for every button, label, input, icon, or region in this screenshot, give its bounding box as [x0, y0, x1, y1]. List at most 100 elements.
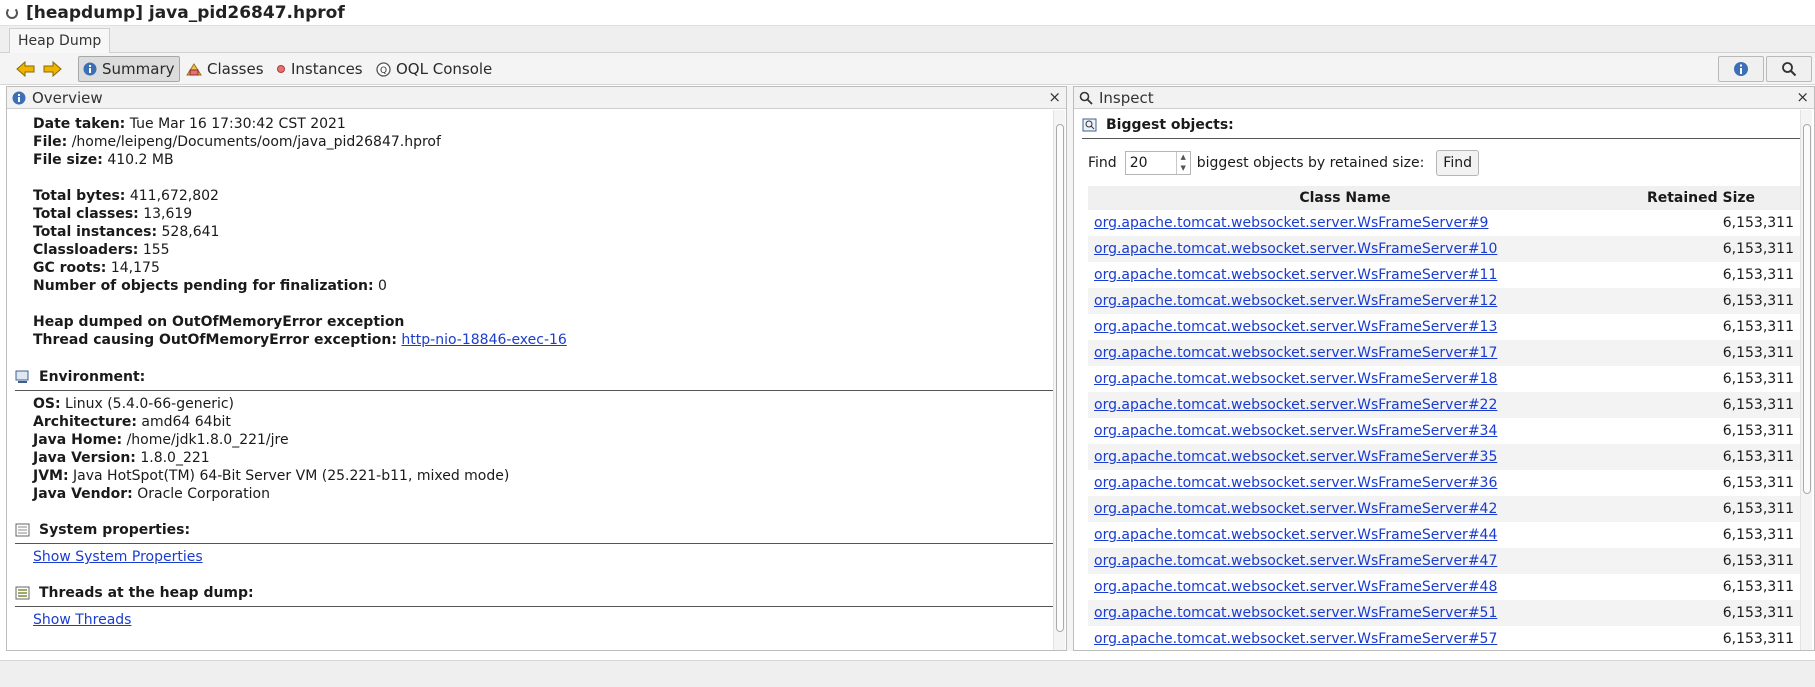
- pending-finalization-row: Number of objects pending for finalizati…: [33, 278, 387, 294]
- retained-size-cell: 6,153,311: [1722, 215, 1794, 231]
- overview-scrollbar[interactable]: [1053, 110, 1065, 650]
- table-row[interactable]: org.apache.tomcat.websocket.server.WsFra…: [1088, 392, 1800, 418]
- retained-size-cell: 6,153,311: [1722, 631, 1794, 647]
- show-system-properties-link[interactable]: Show System Properties: [33, 549, 203, 565]
- table-row[interactable]: org.apache.tomcat.websocket.server.WsFra…: [1088, 600, 1800, 626]
- class-name-cell: org.apache.tomcat.websocket.server.WsFra…: [1088, 574, 1602, 600]
- file-size-row: File size: 410.2 MB: [33, 152, 174, 168]
- object-link[interactable]: org.apache.tomcat.websocket.server.WsFra…: [1094, 423, 1497, 439]
- table-row[interactable]: org.apache.tomcat.websocket.server.WsFra…: [1088, 470, 1800, 496]
- tab-instances[interactable]: Instances: [272, 56, 367, 82]
- inspect-scroll-thumb[interactable]: [1803, 124, 1811, 494]
- object-link[interactable]: org.apache.tomcat.websocket.server.WsFra…: [1094, 501, 1497, 517]
- document-icon: [15, 523, 30, 537]
- show-threads-link[interactable]: Show Threads: [33, 612, 131, 628]
- oom-notice: Heap dumped on OutOfMemoryError exceptio…: [33, 314, 405, 330]
- table-row[interactable]: org.apache.tomcat.websocket.server.WsFra…: [1088, 548, 1800, 574]
- class-name-cell: org.apache.tomcat.websocket.server.WsFra…: [1088, 210, 1602, 236]
- class-name-header[interactable]: Class Name: [1088, 186, 1602, 210]
- search-button[interactable]: [1766, 56, 1812, 82]
- arrow-right-icon: [43, 61, 62, 77]
- class-name-cell: org.apache.tomcat.websocket.server.WsFra…: [1088, 418, 1602, 444]
- table-row[interactable]: org.apache.tomcat.websocket.server.WsFra…: [1088, 626, 1800, 652]
- object-link[interactable]: org.apache.tomcat.websocket.server.WsFra…: [1094, 215, 1488, 231]
- retained-size-cell: 6,153,311: [1722, 267, 1794, 283]
- table-row[interactable]: org.apache.tomcat.websocket.server.WsFra…: [1088, 522, 1800, 548]
- class-name-cell: org.apache.tomcat.websocket.server.WsFra…: [1088, 522, 1602, 548]
- total-instances-row: Total instances: 528,641: [33, 224, 220, 240]
- class-name-cell: org.apache.tomcat.websocket.server.WsFra…: [1088, 262, 1602, 288]
- retained-size-cell: 6,153,311: [1602, 288, 1800, 314]
- object-link[interactable]: org.apache.tomcat.websocket.server.WsFra…: [1094, 345, 1497, 361]
- table-row[interactable]: org.apache.tomcat.websocket.server.WsFra…: [1088, 444, 1800, 470]
- tab-classes[interactable]: Classes: [182, 56, 268, 82]
- table-row[interactable]: org.apache.tomcat.websocket.server.WsFra…: [1088, 236, 1800, 262]
- jvm-row: JVM: Java HotSpot(TM) 64-Bit Server VM (…: [33, 468, 510, 484]
- overview-close-button[interactable]: ×: [1048, 88, 1061, 106]
- table-row[interactable]: org.apache.tomcat.websocket.server.WsFra…: [1088, 366, 1800, 392]
- threads-heading: Threads at the heap dump:: [15, 585, 254, 601]
- object-link[interactable]: org.apache.tomcat.websocket.server.WsFra…: [1094, 449, 1497, 465]
- table-row[interactable]: org.apache.tomcat.websocket.server.WsFra…: [1088, 314, 1800, 340]
- tab-heap-dump[interactable]: Heap Dump: [9, 28, 111, 53]
- retained-size-cell: 6,153,311: [1602, 496, 1800, 522]
- inspect-close-button[interactable]: ×: [1796, 88, 1809, 106]
- classloaders-row: Classloaders: 155: [33, 242, 170, 258]
- window-title: [heapdump] java_pid26847.hprof: [26, 2, 345, 23]
- total-classes-row: Total classes: 13,619: [33, 206, 193, 222]
- object-link[interactable]: org.apache.tomcat.websocket.server.WsFra…: [1094, 553, 1497, 569]
- class-name-cell: org.apache.tomcat.websocket.server.WsFra…: [1088, 314, 1602, 340]
- toolbar: Summary Classes Instances Q OQL Console: [0, 53, 1815, 85]
- object-link[interactable]: org.apache.tomcat.websocket.server.WsFra…: [1094, 397, 1497, 413]
- tab-oql-console[interactable]: Q OQL Console: [372, 56, 496, 82]
- inspect-scrollbar[interactable]: [1800, 110, 1812, 650]
- find-button[interactable]: Find: [1436, 150, 1479, 176]
- info-button[interactable]: [1718, 56, 1764, 82]
- object-link[interactable]: org.apache.tomcat.websocket.server.WsFra…: [1094, 605, 1497, 621]
- object-link[interactable]: org.apache.tomcat.websocket.server.WsFra…: [1094, 241, 1497, 257]
- gc-roots-row: GC roots: 14,175: [33, 260, 160, 276]
- oom-thread-link[interactable]: http-nio-18846-exec-16: [401, 332, 566, 348]
- object-link[interactable]: org.apache.tomcat.websocket.server.WsFra…: [1094, 371, 1497, 387]
- object-link[interactable]: org.apache.tomcat.websocket.server.WsFra…: [1094, 319, 1497, 335]
- overview-header: Overview ×: [7, 87, 1066, 109]
- java-home-row: Java Home: /home/jdk1.8.0_221/jre: [33, 432, 289, 448]
- table-row[interactable]: org.apache.tomcat.websocket.server.WsFra…: [1088, 262, 1800, 288]
- environment-heading: Environment:: [15, 369, 145, 385]
- back-button[interactable]: [12, 56, 40, 82]
- overview-scroll-thumb[interactable]: [1056, 124, 1064, 632]
- oom-thread-row: Thread causing OutOfMemoryError exceptio…: [33, 332, 567, 348]
- object-link[interactable]: org.apache.tomcat.websocket.server.WsFra…: [1094, 631, 1497, 647]
- threads-divider: [15, 606, 1055, 607]
- table-row[interactable]: org.apache.tomcat.websocket.server.WsFra…: [1088, 340, 1800, 366]
- table-row[interactable]: org.apache.tomcat.websocket.server.WsFra…: [1088, 288, 1800, 314]
- overview-panel: Overview × Date taken: Tue Mar 16 17:30:…: [6, 86, 1067, 651]
- find-count-input[interactable]: 20 ▲ ▼: [1124, 151, 1191, 175]
- inspect-panel: Inspect × Biggest objects: Find 20 ▲ ▼ bi…: [1073, 86, 1815, 651]
- object-link[interactable]: org.apache.tomcat.websocket.server.WsFra…: [1094, 475, 1497, 491]
- retained-size-header[interactable]: Retained Size: [1602, 186, 1800, 210]
- show-system-properties-row: Show System Properties: [33, 549, 203, 565]
- find-count-spinner[interactable]: ▲ ▼: [1175, 152, 1190, 174]
- system-properties-divider: [15, 543, 1055, 544]
- table-row[interactable]: org.apache.tomcat.websocket.server.WsFra…: [1088, 210, 1800, 236]
- biggest-objects-divider: [1082, 138, 1800, 139]
- tab-strip: Heap Dump: [0, 26, 1815, 53]
- retained-size-cell: 6,153,311: [1602, 600, 1800, 626]
- forward-button[interactable]: [38, 56, 66, 82]
- loading-icon: [6, 6, 18, 19]
- tab-summary[interactable]: Summary: [78, 56, 180, 82]
- total-bytes-row: Total bytes: 411,672,802: [33, 188, 219, 204]
- table-row[interactable]: org.apache.tomcat.websocket.server.WsFra…: [1088, 496, 1800, 522]
- table-row[interactable]: org.apache.tomcat.websocket.server.WsFra…: [1088, 574, 1800, 600]
- date-taken-row: Date taken: Tue Mar 16 17:30:42 CST 2021: [33, 116, 346, 132]
- table-row[interactable]: org.apache.tomcat.websocket.server.WsFra…: [1088, 418, 1800, 444]
- retained-size-cell: 6,153,311: [1722, 423, 1794, 439]
- object-link[interactable]: org.apache.tomcat.websocket.server.WsFra…: [1094, 579, 1497, 595]
- class-name-cell: org.apache.tomcat.websocket.server.WsFra…: [1088, 366, 1602, 392]
- info-icon: [1734, 62, 1748, 76]
- search-icon: [1079, 91, 1093, 105]
- object-link[interactable]: org.apache.tomcat.websocket.server.WsFra…: [1094, 267, 1497, 283]
- object-link[interactable]: org.apache.tomcat.websocket.server.WsFra…: [1094, 293, 1497, 309]
- object-link[interactable]: org.apache.tomcat.websocket.server.WsFra…: [1094, 527, 1497, 543]
